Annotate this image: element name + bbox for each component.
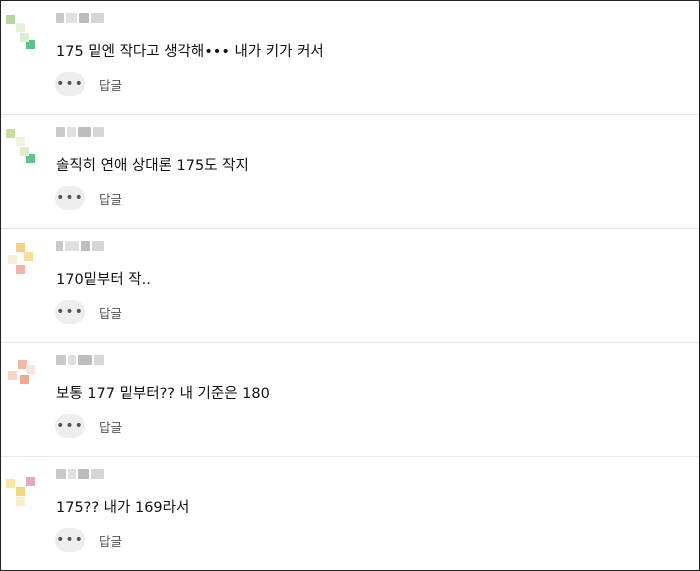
avatar — [6, 471, 38, 507]
avatar-pixel — [20, 375, 29, 384]
avatar-pixel — [16, 487, 25, 496]
avatar-pixel — [6, 15, 15, 24]
comment-text: 175?? 내가 169라서 — [56, 500, 190, 516]
more-options-button[interactable]: ••• — [55, 72, 85, 96]
comment-text: 175 밑엔 작다고 생각해••• 내가 키가 커서 — [56, 44, 324, 60]
avatar-pixel — [8, 255, 17, 264]
avatar-pixel — [16, 23, 25, 32]
reply-button[interactable]: 답글 — [99, 303, 122, 322]
avatar-pixel — [16, 265, 25, 274]
reply-button[interactable]: 답글 — [99, 75, 122, 94]
avatar — [6, 129, 38, 165]
avatar — [6, 15, 38, 51]
avatar-pixel — [16, 137, 25, 146]
reply-button[interactable]: 답글 — [99, 531, 122, 550]
comment-item: 175 밑엔 작다고 생각해••• 내가 키가 커서 ••• 답글 — [1, 1, 699, 115]
more-options-button[interactable]: ••• — [55, 528, 85, 552]
comment-item: 170밑부터 작.. ••• 답글 — [1, 229, 699, 343]
more-options-button[interactable]: ••• — [55, 414, 85, 438]
more-options-button[interactable]: ••• — [55, 186, 85, 210]
comment-item: 175?? 내가 169라서 ••• 답글 — [1, 457, 699, 570]
reply-button[interactable]: 답글 — [99, 189, 122, 208]
username-blurred — [56, 125, 104, 139]
avatar-pixel — [8, 371, 17, 380]
avatar-pixel — [20, 147, 29, 156]
avatar — [6, 357, 38, 393]
comment-text: 솔직히 연애 상대론 175도 작지 — [56, 158, 249, 174]
avatar — [6, 243, 38, 279]
avatar-pixel — [6, 479, 15, 488]
avatar-pixel — [16, 243, 25, 252]
username-blurred — [56, 353, 104, 367]
avatar-pixel — [6, 129, 15, 138]
avatar-pixel — [20, 33, 29, 42]
comment-item: 솔직히 연애 상대론 175도 작지 ••• 답글 — [1, 115, 699, 229]
username-blurred — [56, 467, 104, 481]
reply-button[interactable]: 답글 — [99, 417, 122, 436]
comment-item: 보통 177 밑부터?? 내 기준은 180 ••• 답글 — [1, 343, 699, 457]
avatar-pixel — [16, 497, 25, 506]
more-options-button[interactable]: ••• — [55, 300, 85, 324]
comment-text: 170밑부터 작.. — [56, 272, 151, 288]
avatar-pixel — [24, 252, 33, 261]
avatar-pixel — [26, 477, 35, 486]
username-blurred — [56, 11, 104, 25]
avatar-pixel — [26, 365, 35, 374]
username-blurred — [56, 239, 104, 253]
comment-text: 보통 177 밑부터?? 내 기준은 180 — [56, 386, 270, 402]
comment-list: 175 밑엔 작다고 생각해••• 내가 키가 커서 ••• 답글 솔직히 연애… — [0, 0, 700, 571]
